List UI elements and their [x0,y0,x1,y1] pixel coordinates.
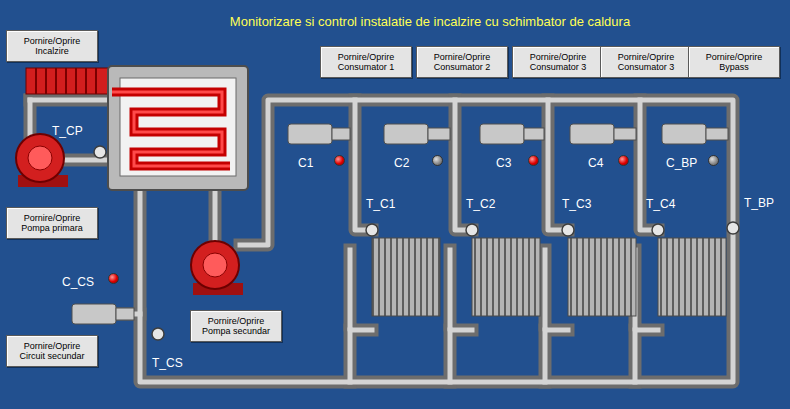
start-stop-button[interactable]: Pornire/OprireConsumator 3 [512,46,604,78]
button-label: Pornire/Oprire [516,52,600,62]
heat-exchanger-icon [108,66,248,190]
radiator-icon [372,238,726,316]
valve-icon [72,124,728,324]
valve-label: C1 [298,156,313,170]
sensor-label: T_CP [52,124,83,138]
button-label: Consumator 1 [324,62,408,72]
secondary-pump-icon [191,241,243,295]
start-stop-button[interactable]: Pornire/OprirePompa primara [6,207,98,239]
page-title: Monitorizare si control instalatie de in… [130,12,730,32]
button-label: Bypass [692,62,776,72]
hmi-canvas: Monitorizare si control instalatie de in… [0,0,790,409]
button-label: Pornire/Oprire [10,36,94,46]
valve-label: C3 [496,156,511,170]
valve-label: C2 [394,156,409,170]
valve-label: C4 [588,156,603,170]
start-stop-button[interactable]: Pornire/OprireCircuit secundar [6,335,98,367]
sensor-label: T_C2 [466,197,495,211]
start-stop-button[interactable]: Pornire/OprireConsumator 2 [416,46,508,78]
button-label: Pornire/Oprire [692,52,776,62]
button-label: Consumator 3 [516,62,600,72]
status-indicator [618,155,629,166]
status-indicator [334,155,345,166]
button-label: Pompa secundar [194,326,278,336]
valve-label: C_BP [666,156,697,170]
start-stop-button[interactable]: Pornire/OprireBypass [688,46,780,78]
button-label: Incalzire [10,46,94,56]
button-label: Pornire/Oprire [420,52,504,62]
button-label: Consumator 3 [604,62,688,72]
sensor-label: T_CS [152,356,183,370]
button-label: Pornire/Oprire [194,316,278,326]
button-label: Pornire/Oprire [324,52,408,62]
button-label: Pompa primara [10,223,94,233]
button-label: Pornire/Oprire [604,52,688,62]
sensor-label: T_C4 [646,197,675,211]
start-stop-button[interactable]: Pornire/OprirePompa secundar [190,310,282,342]
status-indicator [708,155,719,166]
start-stop-button[interactable]: Pornire/OprireConsumator 1 [320,46,412,78]
button-label: Pornire/Oprire [10,341,94,351]
start-stop-button[interactable]: Pornire/OprireIncalzire [6,30,98,62]
button-label: Pornire/Oprire [10,213,94,223]
button-label: Consumator 2 [420,62,504,72]
sensor-label: T_C3 [562,197,591,211]
button-label: Circuit secundar [10,351,94,361]
status-indicator [108,273,119,284]
status-indicator [432,155,443,166]
status-indicator [528,155,539,166]
heater-icon [26,68,108,94]
valve-label: C_CS [62,275,94,289]
sensor-label: T_C1 [366,197,395,211]
start-stop-button[interactable]: Pornire/OprireConsumator 3 [600,46,692,78]
primary-pump-icon [16,134,68,187]
sensor-label: T_BP [744,196,774,210]
